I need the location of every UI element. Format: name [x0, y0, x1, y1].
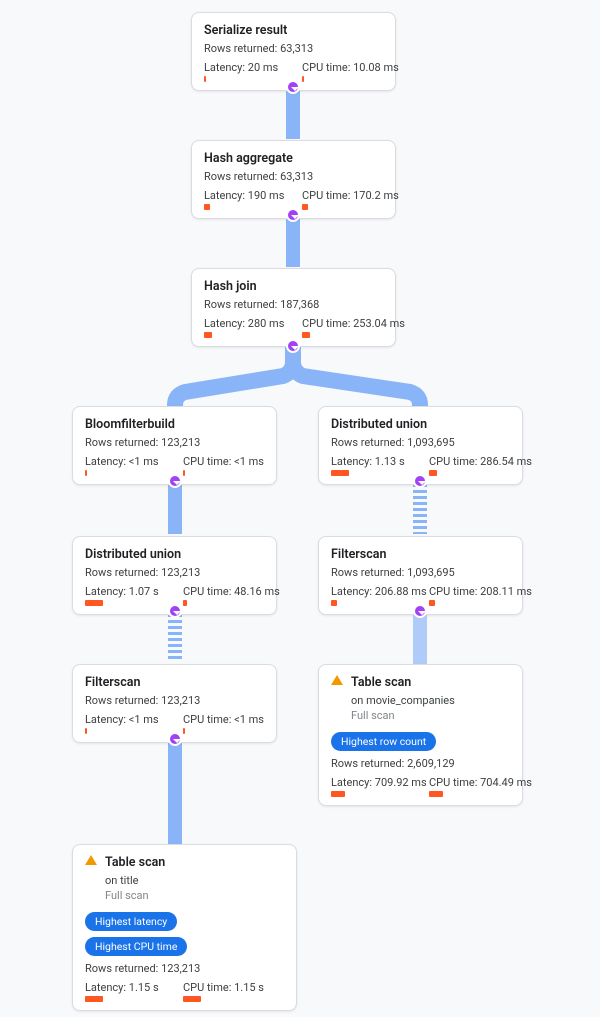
warning-icon — [85, 855, 97, 865]
cpu-bar — [183, 728, 185, 734]
scan-type: Full scan — [105, 889, 284, 902]
cpu-label: CPU time: 253.04 ms — [302, 317, 383, 330]
latency-label: Latency: <1 ms — [85, 713, 165, 726]
latency-bar — [331, 791, 345, 797]
badge-highest-latency: Highest latency — [85, 912, 177, 931]
rows-returned: Rows returned: 123,213 — [85, 436, 264, 449]
node-title: Distributed union — [331, 417, 510, 432]
latency-bar — [85, 600, 103, 606]
cpu-bar — [429, 791, 443, 797]
latency-label: Latency: 1.13 s — [331, 455, 411, 468]
node-table-scan-left[interactable]: Table scan on title Full scan Highest la… — [72, 844, 297, 1011]
chevron-down-icon[interactable] — [413, 474, 427, 488]
latency-bar — [85, 728, 87, 734]
rows-returned: Rows returned: 123,213 — [85, 694, 264, 707]
latency-label: Latency: 190 ms — [204, 189, 284, 202]
latency-label: Latency: 1.15 s — [85, 981, 165, 994]
cpu-bar — [183, 470, 185, 476]
latency-bar — [204, 332, 212, 338]
chevron-down-icon[interactable] — [168, 732, 182, 746]
node-title: Hash aggregate — [204, 151, 383, 166]
cpu-label: CPU time: 286.54 ms — [429, 455, 510, 468]
latency-bar — [85, 470, 87, 476]
table-name: on movie_companies — [351, 694, 510, 707]
cpu-bar — [302, 332, 310, 338]
chevron-down-icon[interactable] — [286, 339, 300, 353]
chevron-down-icon[interactable] — [286, 208, 300, 222]
chevron-down-icon[interactable] — [413, 604, 427, 618]
cpu-label: CPU time: 10.08 ms — [302, 61, 383, 74]
cpu-label: CPU time: <1 ms — [183, 713, 264, 726]
cpu-label: CPU time: 170.2 ms — [302, 189, 383, 202]
node-title: Filterscan — [85, 675, 264, 690]
latency-label: Latency: 280 ms — [204, 317, 284, 330]
cpu-bar — [429, 470, 437, 476]
chevron-down-icon[interactable] — [168, 474, 182, 488]
node-title: Hash join — [204, 279, 383, 294]
badge-highest-cpu-time: Highest CPU time — [85, 937, 187, 956]
latency-label: Latency: <1 ms — [85, 455, 165, 468]
rows-returned: Rows returned: 1,093,695 — [331, 436, 510, 449]
node-title: Serialize result — [204, 23, 383, 38]
latency-bar — [204, 76, 206, 82]
latency-bar — [331, 600, 337, 606]
chevron-down-icon[interactable] — [286, 80, 300, 94]
rows-returned: Rows returned: 2,609,129 — [331, 757, 510, 770]
latency-label: Latency: 1.07 s — [85, 585, 165, 598]
cpu-label: CPU time: <1 ms — [183, 455, 264, 468]
latency-label: Latency: 20 ms — [204, 61, 284, 74]
rows-returned: Rows returned: 63,313 — [204, 170, 383, 183]
rows-returned: Rows returned: 187,368 — [204, 298, 383, 311]
node-title: Table scan — [105, 855, 284, 870]
rows-returned: Rows returned: 1,093,695 — [331, 566, 510, 579]
cpu-bar — [183, 996, 201, 1002]
cpu-bar — [429, 600, 435, 606]
rows-returned: Rows returned: 123,213 — [85, 566, 264, 579]
scan-type: Full scan — [351, 709, 510, 722]
cpu-bar — [302, 204, 308, 210]
table-name: on title — [105, 874, 284, 887]
rows-returned: Rows returned: 63,313 — [204, 42, 383, 55]
cpu-bar — [302, 76, 304, 82]
query-plan-canvas: Serialize result Rows returned: 63,313 L… — [0, 0, 600, 1017]
node-title: Filterscan — [331, 547, 510, 562]
cpu-label: CPU time: 48.16 ms — [183, 585, 264, 598]
latency-bar — [204, 204, 210, 210]
node-title: Bloomfilterbuild — [85, 417, 264, 432]
rows-returned: Rows returned: 123,213 — [85, 962, 284, 975]
cpu-label: CPU time: 1.15 s — [183, 981, 264, 994]
latency-bar — [85, 996, 103, 1002]
chevron-down-icon[interactable] — [168, 604, 182, 618]
node-hash-join[interactable]: Hash join Rows returned: 187,368 Latency… — [191, 268, 396, 347]
node-title: Table scan — [351, 675, 510, 690]
cpu-label: CPU time: 208.11 ms — [429, 585, 510, 598]
latency-bar — [331, 470, 349, 476]
node-table-scan-right[interactable]: Table scan on movie_companies Full scan … — [318, 664, 523, 806]
badge-highest-row-count: Highest row count — [331, 732, 436, 751]
latency-label: Latency: 206.88 ms — [331, 585, 411, 598]
cpu-label: CPU time: 704.49 ms — [429, 776, 510, 789]
node-title: Distributed union — [85, 547, 264, 562]
cpu-bar — [183, 600, 187, 606]
warning-icon — [331, 675, 343, 685]
latency-label: Latency: 709.92 ms — [331, 776, 411, 789]
